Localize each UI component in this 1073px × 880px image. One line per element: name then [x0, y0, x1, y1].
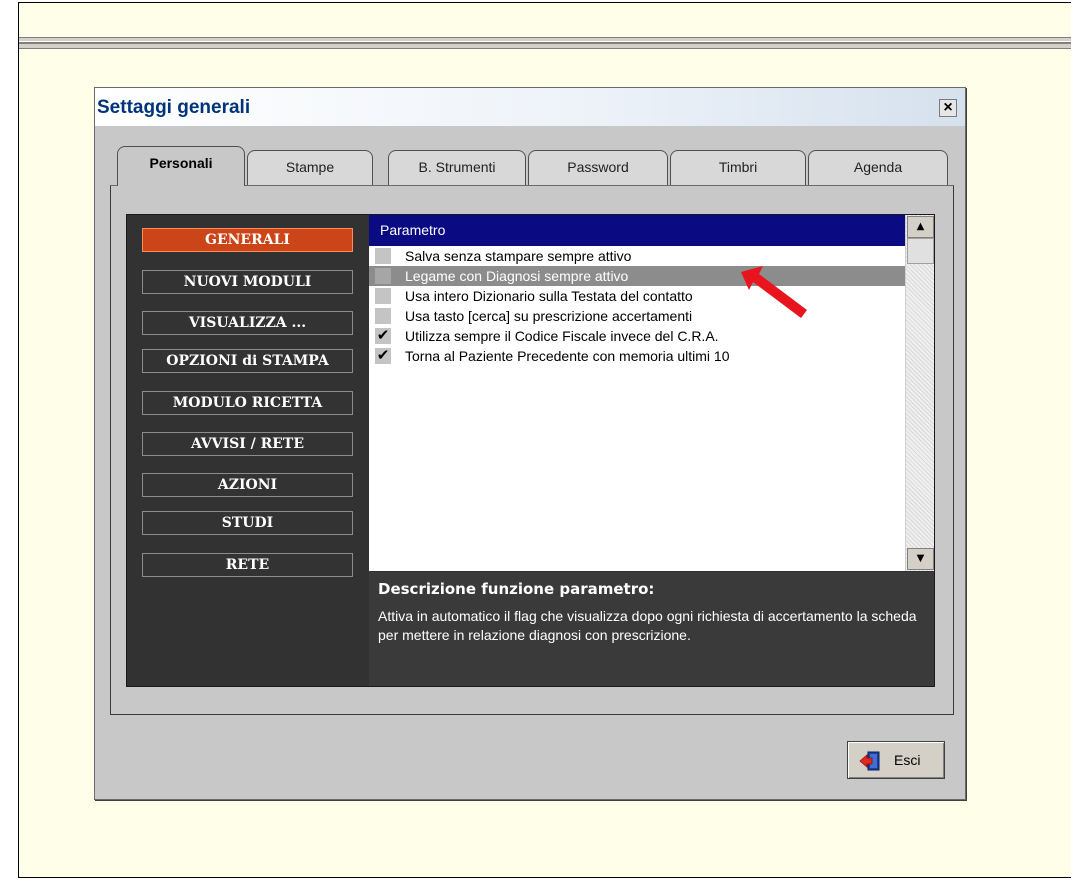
- parameter-checkbox-checked[interactable]: ✔: [375, 348, 391, 364]
- parameter-label: Torna al Paziente Precedente con memoria…: [405, 348, 730, 364]
- category-button-opzioni-stampa[interactable]: OPZIONI di STAMPA: [142, 349, 353, 373]
- parameter-checkbox[interactable]: [375, 268, 391, 284]
- parameter-list: Salva senza stampare sempre attivo Legam…: [369, 246, 905, 571]
- description-title: Descrizione funzione parametro:: [378, 580, 655, 598]
- settings-inner-panel: GENERALI NUOVI MODULI VISUALIZZA ... OPZ…: [126, 214, 935, 687]
- tab-b-strumenti[interactable]: B. Strumenti: [388, 150, 526, 185]
- workspace-frame: Settaggi generali × Personali Stampe B. …: [18, 2, 1071, 878]
- tab-personali[interactable]: Personali: [117, 146, 245, 186]
- close-button[interactable]: ×: [939, 99, 957, 117]
- parameter-column-header: Parametro: [369, 215, 905, 246]
- tab-strip: Personali Stampe B. Strumenti Password T…: [117, 146, 952, 186]
- tab-password[interactable]: Password: [528, 150, 668, 185]
- parameter-checkbox-checked[interactable]: ✔: [375, 328, 391, 344]
- parameter-scrollbar[interactable]: ▲ ▼: [905, 215, 934, 571]
- parameter-row[interactable]: Usa tasto [cerca] su prescrizione accert…: [369, 306, 905, 326]
- scroll-down-button[interactable]: ▼: [907, 548, 934, 570]
- settings-dialog: Settaggi generali × Personali Stampe B. …: [94, 87, 966, 800]
- tab-stampe[interactable]: Stampe: [247, 150, 373, 185]
- parameter-label: Usa tasto [cerca] su prescrizione accert…: [405, 308, 693, 324]
- parameter-label: Salva senza stampare sempre attivo: [405, 248, 632, 264]
- category-button-avvisi-rete[interactable]: AVVISI / RETE: [142, 432, 353, 456]
- parameter-row[interactable]: ✔ Utilizza sempre il Codice Fiscale inve…: [369, 326, 905, 346]
- parameter-label: Legame con Diagnosi sempre attivo: [405, 268, 629, 284]
- parameter-checkbox[interactable]: [375, 288, 391, 304]
- parameter-label: Usa intero Dizionario sulla Testata del …: [405, 288, 693, 304]
- top-toolbar-strip: [19, 37, 1071, 49]
- exit-button-label: Esci: [894, 752, 921, 768]
- category-button-modulo-ricetta[interactable]: MODULO RICETTA: [142, 391, 353, 415]
- tab-agenda[interactable]: Agenda: [808, 150, 948, 185]
- scroll-thumb[interactable]: [907, 238, 934, 264]
- category-button-azioni[interactable]: AZIONI: [142, 473, 353, 497]
- dialog-title: Settaggi generali: [97, 97, 251, 118]
- parameter-label: Utilizza sempre il Codice Fiscale invece…: [405, 328, 719, 344]
- tab-panel-personali: GENERALI NUOVI MODULI VISUALIZZA ... OPZ…: [110, 185, 954, 715]
- tab-timbri[interactable]: Timbri: [670, 150, 806, 185]
- category-button-studi[interactable]: STUDI: [142, 511, 353, 535]
- exit-button[interactable]: Esci: [847, 741, 945, 779]
- exit-door-icon: [859, 751, 880, 771]
- parameter-description-panel: Descrizione funzione parametro: Attiva i…: [369, 572, 934, 686]
- dialog-titlebar[interactable]: Settaggi generali ×: [95, 88, 965, 126]
- scroll-up-button[interactable]: ▲: [907, 216, 934, 238]
- parameter-row[interactable]: Salva senza stampare sempre attivo: [369, 246, 905, 266]
- parameter-checkbox[interactable]: [375, 248, 391, 264]
- category-button-visualizza[interactable]: VISUALIZZA ...: [142, 311, 353, 335]
- parameter-row[interactable]: Usa intero Dizionario sulla Testata del …: [369, 286, 905, 306]
- parameter-checkbox[interactable]: [375, 308, 391, 324]
- category-button-nuovi-moduli[interactable]: NUOVI MODULI: [142, 270, 353, 294]
- category-button-generali[interactable]: GENERALI: [142, 228, 353, 252]
- category-button-rete[interactable]: RETE: [142, 553, 353, 577]
- parameter-row-selected[interactable]: Legame con Diagnosi sempre attivo: [369, 266, 905, 286]
- parameter-row[interactable]: ✔ Torna al Paziente Precedente con memor…: [369, 346, 905, 366]
- parameter-list-area: Parametro Salva senza stampare sempre at…: [369, 215, 934, 571]
- description-text: Attiva in automatico il flag che visuali…: [378, 608, 917, 643]
